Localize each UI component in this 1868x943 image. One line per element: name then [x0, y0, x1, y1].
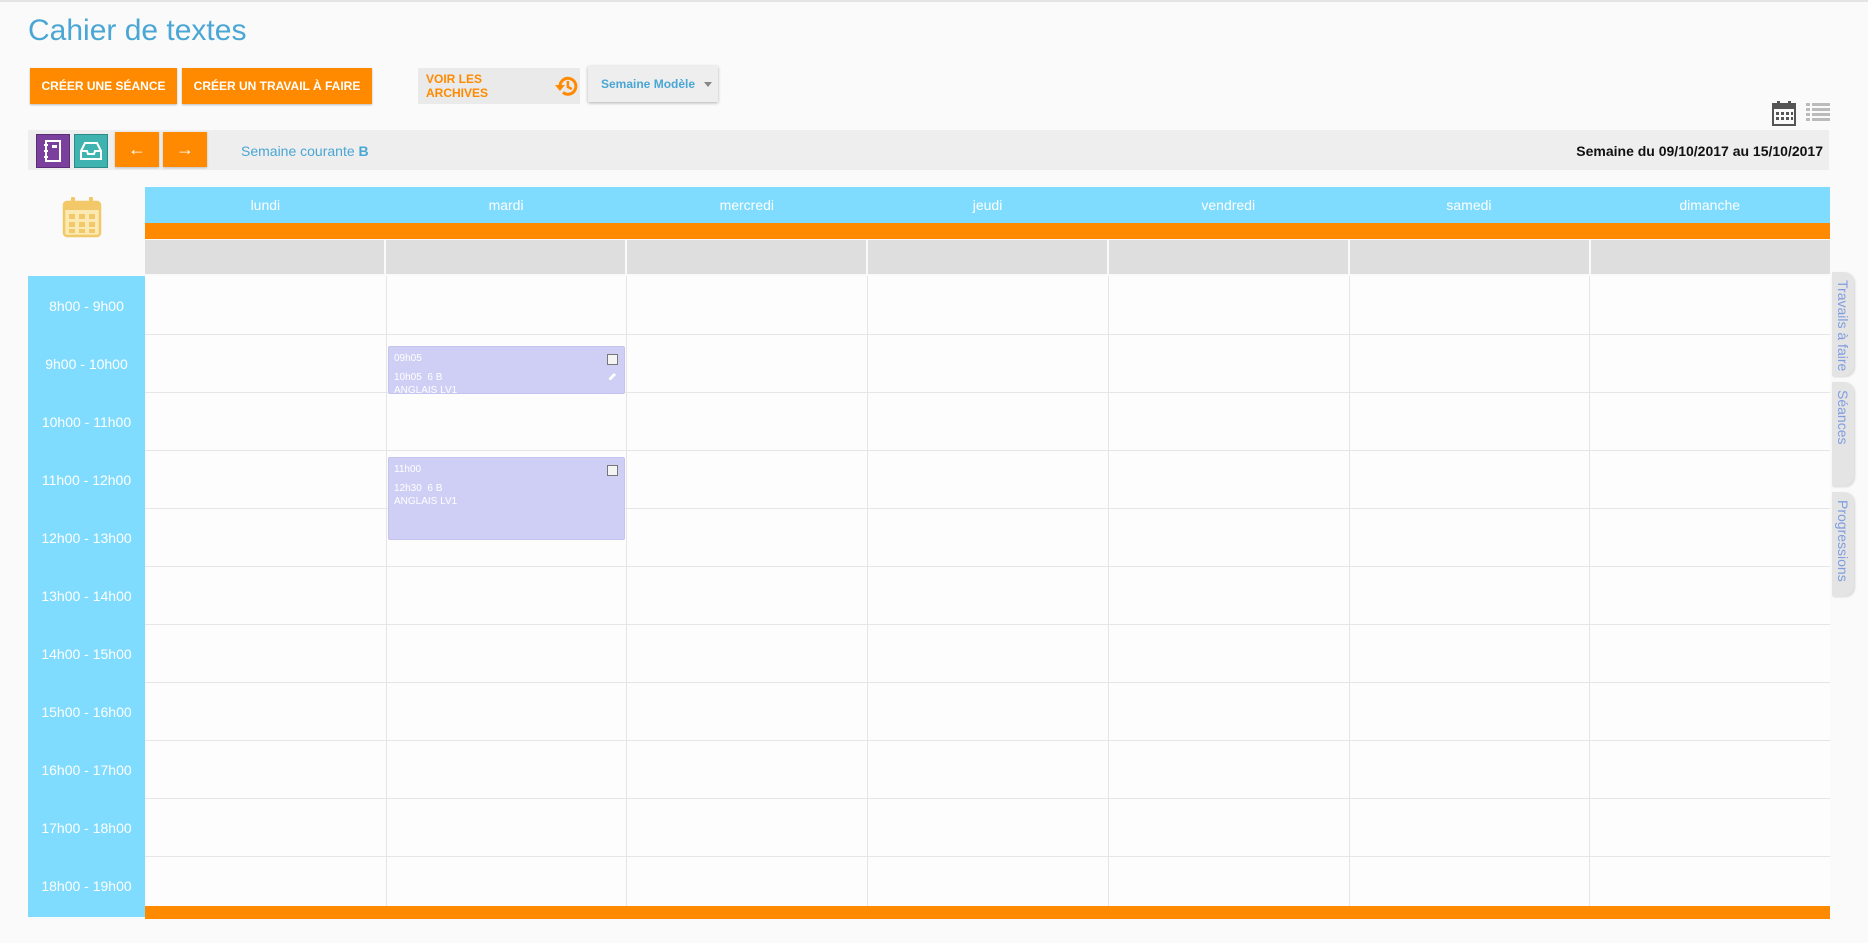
- side-tab-label: Travails à faire: [1835, 280, 1851, 372]
- day-header-jeudi: jeudi: [972, 197, 1003, 213]
- chevron-down-icon: [704, 82, 712, 87]
- timetable-grid: 09h05 10h05 6 B ANGLAIS LV1 11h00 12h30 6 B A…: [145, 276, 1830, 906]
- side-tab-0[interactable]: Travails à faire: [1832, 272, 1854, 376]
- day-divider: [1108, 276, 1109, 906]
- session-group: 6 B: [427, 372, 443, 383]
- notebook-button[interactable]: [36, 134, 70, 168]
- hour-divider: [145, 798, 1830, 799]
- side-tab-label: Séances: [1835, 390, 1851, 445]
- session-subject: ANGLAIS LV1: [394, 496, 458, 507]
- session-checkbox[interactable]: [607, 354, 618, 365]
- day-divider: [386, 276, 387, 906]
- hour-label: 16h00 - 17h00: [41, 762, 132, 778]
- hour-label: 13h00 - 14h00: [41, 588, 132, 604]
- footer-orange-bar: [145, 906, 1830, 919]
- hour-label: 18h00 - 19h00: [41, 878, 132, 894]
- day-divider: [1589, 276, 1590, 906]
- side-tab-1[interactable]: Séances: [1832, 382, 1854, 486]
- all-day-row: [145, 240, 1830, 274]
- hour-label: 9h00 - 10h00: [45, 356, 128, 372]
- all-day-cell-vendredi[interactable]: [1109, 240, 1350, 274]
- day-header-samedi: samedi: [1446, 197, 1492, 213]
- all-day-cell-samedi[interactable]: [1350, 240, 1591, 274]
- current-week-label: Semaine courante B: [241, 143, 369, 159]
- previous-week-button[interactable]: ←: [115, 132, 159, 167]
- session-card[interactable]: 09h05 10h05 6 B ANGLAIS LV1: [388, 346, 625, 396]
- session-checkbox[interactable]: [607, 465, 618, 476]
- hour-label: 8h00 - 9h00: [49, 298, 124, 314]
- hour-label: 10h00 - 11h00: [41, 414, 132, 430]
- hour-label: 14h00 - 15h00: [41, 646, 132, 662]
- session-end: 10h05: [394, 372, 422, 383]
- archives-label: VOIR LES ARCHIVES: [426, 72, 489, 100]
- calendar-icon: [62, 197, 102, 238]
- day-divider: [867, 276, 868, 906]
- header-orange-bar: [145, 223, 1830, 239]
- session-end: 12h30: [394, 483, 422, 494]
- all-day-cell-dimanche[interactable]: [1591, 240, 1830, 274]
- side-tab-2[interactable]: Progressions: [1832, 492, 1854, 596]
- all-day-cell-mercredi[interactable]: [627, 240, 868, 274]
- create-homework-button[interactable]: CRÉER UN TRAVAIL À FAIRE: [182, 68, 372, 104]
- pencil-icon[interactable]: [608, 372, 617, 381]
- next-week-button[interactable]: →: [163, 132, 207, 167]
- current-week-letter: B: [358, 143, 369, 159]
- day-header-mardi: mardi: [488, 197, 524, 213]
- inbox-icon: [80, 142, 102, 160]
- day-divider: [1349, 276, 1350, 906]
- day-header-dimanche: dimanche: [1679, 197, 1741, 213]
- hour-divider: [145, 682, 1830, 683]
- week-navigation-bar: ← → Semaine courante B Semaine du 09/10/…: [28, 130, 1829, 170]
- all-day-cell-lundi[interactable]: [145, 240, 386, 274]
- day-header-lundi: lundi: [250, 197, 281, 213]
- session-start: 09h05: [394, 353, 422, 364]
- inbox-button[interactable]: [74, 134, 108, 168]
- hour-label: 17h00 - 18h00: [41, 820, 132, 836]
- top-border: [0, 0, 1868, 2]
- hour-divider: [145, 624, 1830, 625]
- session-end-group: 10h05 6 B: [394, 372, 619, 383]
- hour-divider: [145, 856, 1830, 857]
- list-view-icon[interactable]: [1806, 102, 1830, 122]
- week-range: Semaine du 09/10/2017 au 15/10/2017: [1576, 143, 1823, 159]
- all-day-cell-jeudi[interactable]: [868, 240, 1109, 274]
- side-tab-label: Progressions: [1835, 500, 1851, 582]
- hour-label: 12h00 - 13h00: [41, 530, 132, 546]
- session-card[interactable]: 11h00 12h30 6 B ANGLAIS LV1: [388, 457, 625, 540]
- create-session-button[interactable]: CRÉER UNE SÉANCE: [30, 68, 177, 104]
- session-subject: ANGLAIS LV1: [394, 385, 458, 396]
- hour-divider: [145, 334, 1830, 335]
- hour-label: 15h00 - 16h00: [41, 704, 132, 720]
- hour-label: 11h00 - 12h00: [41, 472, 132, 488]
- session-start: 11h00: [394, 464, 422, 475]
- day-header-vendredi: vendredi: [1201, 197, 1256, 213]
- hours-column: 8h00 - 9h00 9h00 - 10h00 10h00 - 11h00 11h0…: [28, 276, 145, 917]
- current-week-prefix: Semaine courante: [241, 143, 355, 159]
- calendar-view-icon[interactable]: [1772, 100, 1796, 126]
- day-header-row: lundi mardi mercredi jeudi vendredi samedi dim…: [145, 187, 1830, 223]
- week-model-select[interactable]: Semaine Modèle: [588, 66, 718, 102]
- day-divider: [626, 276, 627, 906]
- session-end-group: 12h30 6 B: [394, 483, 619, 494]
- view-archives-button[interactable]: VOIR LES ARCHIVES: [418, 68, 580, 104]
- all-day-cell-mardi[interactable]: [386, 240, 627, 274]
- page-title: Cahier de textes: [28, 14, 247, 47]
- notebook-icon: [44, 140, 61, 162]
- history-icon: [555, 76, 578, 96]
- day-header-mercredi: mercredi: [719, 197, 775, 213]
- hour-divider: [145, 740, 1830, 741]
- hour-divider: [145, 450, 1830, 451]
- week-model-value: Semaine Modèle: [601, 77, 696, 91]
- session-group: 6 B: [427, 483, 443, 494]
- hour-divider: [145, 566, 1830, 567]
